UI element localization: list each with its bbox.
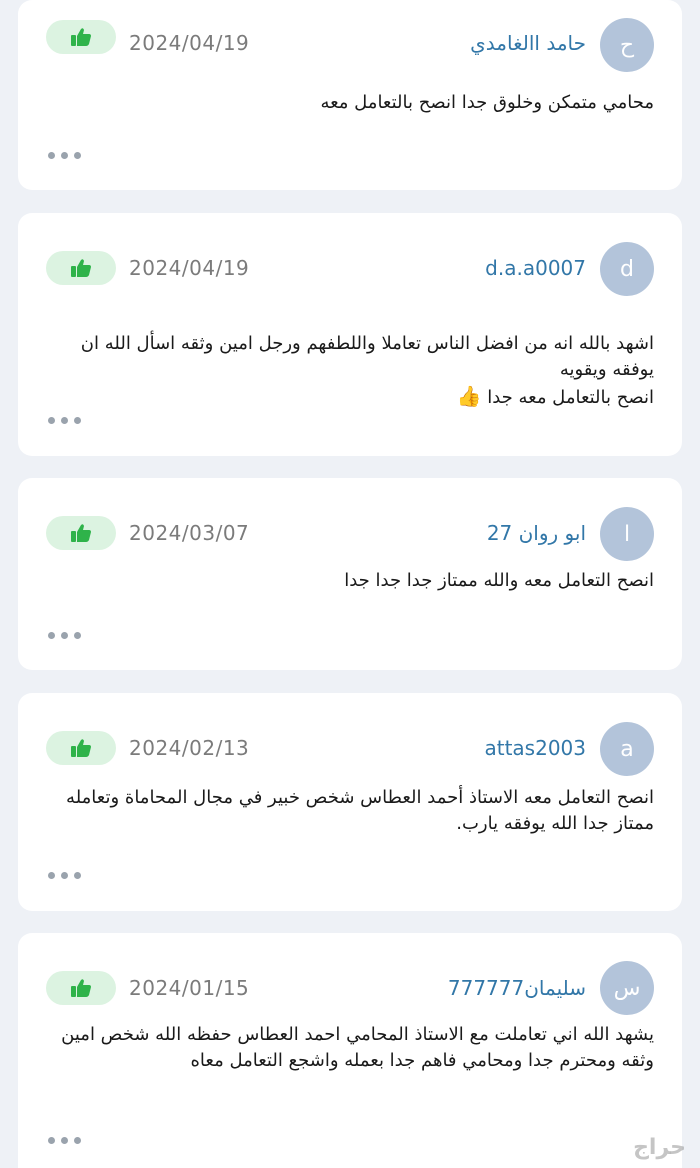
like-button[interactable] (46, 971, 116, 1005)
like-button[interactable] (46, 516, 116, 550)
dot-icon (74, 1137, 81, 1144)
review-date: 2024/01/15 (129, 976, 250, 1000)
review-card: ح حامد االغامدي 2024/04/19 محامي متمكن و… (18, 0, 682, 190)
dot-icon (74, 417, 81, 424)
more-options-button[interactable] (48, 417, 81, 424)
dot-icon (61, 632, 68, 639)
reviewer-name[interactable]: حامد االغامدي (470, 31, 586, 55)
review-card: ا ابو روان 27 2024/03/07 انصح التعامل مع… (18, 478, 682, 670)
thumbs-up-icon (71, 259, 91, 277)
more-options-button[interactable] (48, 872, 81, 879)
review-card: a attas2003 2024/02/13 انصح التعامل معه … (18, 693, 682, 911)
review-date: 2024/03/07 (129, 521, 250, 545)
review-text: انصح التعامل معه الاستاذ أحمد العطاس شخص… (66, 787, 654, 834)
reviewer-name[interactable]: attas2003 (484, 736, 586, 760)
avatar[interactable]: س (600, 961, 654, 1015)
avatar[interactable]: d (600, 242, 654, 296)
dot-icon (74, 152, 81, 159)
dot-icon (61, 872, 68, 879)
more-options-button[interactable] (48, 1137, 81, 1144)
dot-icon (61, 1137, 68, 1144)
review-card: d d.a.a0007 2024/04/19 اشهد بالله انه من… (18, 213, 682, 456)
dot-icon (61, 417, 68, 424)
dot-icon (48, 632, 55, 639)
review-text: محامي متمكن وخلوق جدا انصح بالتعامل معه (320, 92, 654, 113)
review-text: انصح التعامل معه والله ممتاز جدا جدا جدا (344, 570, 654, 591)
like-button[interactable] (46, 251, 116, 285)
review-date: 2024/02/13 (129, 736, 250, 760)
avatar[interactable]: ا (600, 507, 654, 561)
reviewer-name[interactable]: ابو روان 27 (487, 521, 586, 545)
thumbs-up-emoji: 👍 (456, 384, 482, 408)
haraj-watermark: حراج (633, 1135, 686, 1160)
review-text: يشهد الله اني تعاملت مع الاستاذ المحامي … (61, 1024, 654, 1071)
review-date: 2024/04/19 (129, 256, 250, 280)
reviewer-name[interactable]: d.a.a0007 (485, 256, 586, 280)
dot-icon (74, 632, 81, 639)
like-button[interactable] (46, 20, 116, 54)
thumbs-up-icon (71, 28, 91, 46)
dot-icon (61, 152, 68, 159)
dot-icon (74, 872, 81, 879)
avatar[interactable]: a (600, 722, 654, 776)
review-date: 2024/04/19 (129, 31, 250, 55)
dot-icon (48, 417, 55, 424)
like-button[interactable] (46, 731, 116, 765)
avatar[interactable]: ح (600, 18, 654, 72)
dot-icon (48, 152, 55, 159)
review-card: س سليمان777777 2024/01/15 يشهد الله اني … (18, 933, 682, 1168)
dot-icon (48, 1137, 55, 1144)
more-options-button[interactable] (48, 152, 81, 159)
review-text: اشهد بالله انه من افضل الناس تعاملا والل… (80, 333, 654, 408)
reviewer-name[interactable]: سليمان777777 (448, 976, 586, 1000)
thumbs-up-icon (71, 524, 91, 542)
thumbs-up-icon (71, 739, 91, 757)
dot-icon (48, 872, 55, 879)
more-options-button[interactable] (48, 632, 81, 639)
thumbs-up-icon (71, 979, 91, 997)
